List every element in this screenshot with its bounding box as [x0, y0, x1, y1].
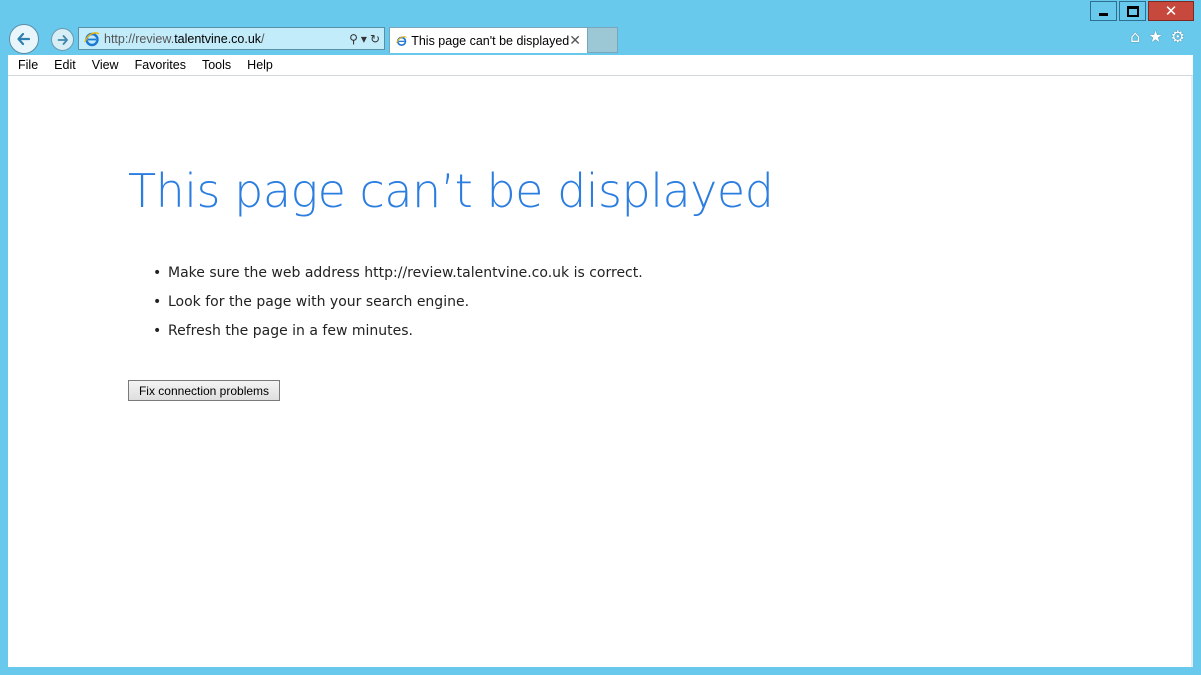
menu-help[interactable]: Help — [239, 58, 281, 72]
ie-logo-icon — [396, 35, 407, 46]
back-button[interactable] — [9, 24, 39, 54]
browser-window: ✕ http://review.talentvine.co.uk/ ⚲ ▾ ↻ … — [0, 0, 1201, 675]
address-tools: ⚲ ▾ ↻ — [346, 32, 380, 46]
close-icon: ✕ — [1164, 1, 1178, 20]
list-item: Make sure the web address http://review.… — [153, 259, 643, 288]
menu-edit[interactable]: Edit — [46, 58, 84, 72]
tab-close-icon[interactable]: ✕ — [569, 33, 581, 49]
minimize-button[interactable] — [1090, 1, 1117, 21]
address-bar[interactable]: http://review.talentvine.co.uk/ ⚲ ▾ ↻ — [78, 27, 385, 50]
scrollbar[interactable] — [1191, 76, 1193, 667]
page-content: This page can’t be displayed Make sure t… — [8, 76, 1193, 667]
browser-toolbar-icons: ⌂ ★ ⚙ — [1130, 28, 1185, 46]
page-title: This page can’t be displayed — [128, 164, 774, 218]
url-host: talentvine.co.uk — [174, 31, 262, 46]
forward-button[interactable] — [51, 28, 74, 51]
url-prefix: http://review. — [104, 31, 175, 46]
list-item: Look for the page with your search engin… — [153, 288, 643, 317]
url-suffix: / — [261, 31, 265, 46]
new-tab-button[interactable] — [588, 27, 618, 53]
menu-favorites[interactable]: Favorites — [127, 58, 194, 72]
fix-connection-problems-button[interactable]: Fix connection problems — [128, 380, 280, 401]
menu-view[interactable]: View — [84, 58, 127, 72]
maximize-icon — [1126, 5, 1139, 17]
menu-bar: File Edit View Favorites Tools Help — [8, 55, 1193, 76]
back-arrow-icon — [17, 32, 31, 46]
menu-tools[interactable]: Tools — [194, 58, 239, 72]
troubleshooting-list: Make sure the web address http://review.… — [153, 259, 643, 346]
list-item: Refresh the page in a few minutes. — [153, 317, 643, 346]
minimize-icon — [1099, 12, 1108, 16]
address-url[interactable]: http://review.talentvine.co.uk/ — [104, 32, 346, 46]
settings-gear-icon[interactable]: ⚙ — [1171, 28, 1185, 46]
tab-active[interactable]: This page can't be displayed ✕ — [389, 27, 588, 53]
favorites-star-icon[interactable]: ★ — [1148, 28, 1162, 46]
close-window-button[interactable]: ✕ — [1148, 1, 1194, 21]
maximize-button[interactable] — [1119, 1, 1146, 21]
ie-logo-icon — [84, 31, 100, 46]
tab-title: This page can't be displayed — [411, 33, 570, 48]
dropdown-icon[interactable]: ▾ — [361, 32, 367, 46]
window-controls: ✕ — [1088, 1, 1194, 21]
refresh-icon[interactable]: ↻ — [370, 32, 380, 46]
search-icon[interactable]: ⚲ — [349, 32, 358, 46]
forward-arrow-icon — [57, 34, 68, 45]
home-icon[interactable]: ⌂ — [1130, 28, 1140, 46]
menu-file[interactable]: File — [8, 58, 46, 72]
